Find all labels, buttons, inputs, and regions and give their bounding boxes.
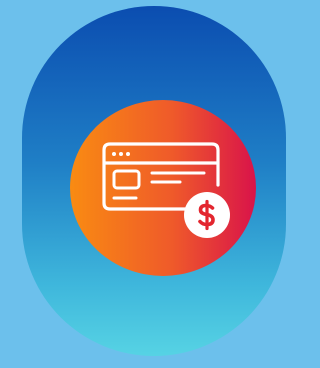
app-icon [0,0,308,368]
dollar-badge [184,192,230,238]
credit-card-icon [102,142,220,211]
card-dot-2 [119,152,123,156]
card-chip [112,169,141,190]
dollar-icon [198,199,215,231]
card-dot-3 [126,152,130,156]
card-dot-1 [112,152,116,156]
